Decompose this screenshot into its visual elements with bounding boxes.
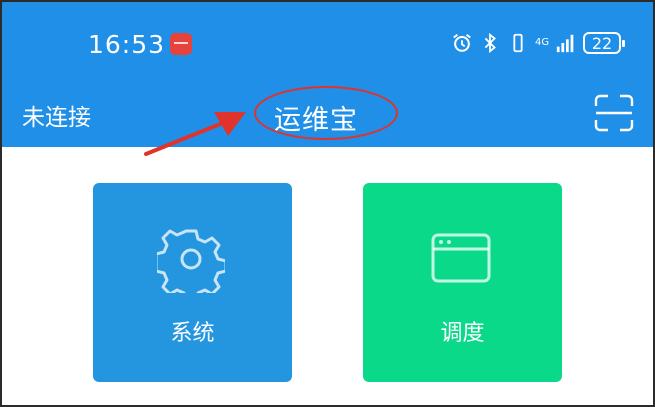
notification-app-icon <box>170 33 192 55</box>
network-type-label: 4G <box>535 37 550 48</box>
signal-strength-icon <box>556 34 574 53</box>
battery-icon: 22 <box>583 32 625 54</box>
browser-window-icon <box>431 233 491 283</box>
scan-icon[interactable] <box>594 94 634 132</box>
annotation-ellipse <box>254 86 398 140</box>
annotation-arrow-icon <box>144 112 246 156</box>
app-screen: 16:53 4G 22 未连接 运维宝 系统 调度 <box>2 2 653 405</box>
vibrate-icon <box>513 33 523 53</box>
schedule-tile-label: 调度 <box>440 321 485 346</box>
system-tile-label: 系统 <box>170 321 215 346</box>
status-icons: 4G 22 <box>451 30 625 56</box>
gear-icon <box>157 229 225 293</box>
header-bar: 16:53 4G 22 未连接 运维宝 <box>2 2 653 156</box>
connection-status[interactable]: 未连接 <box>22 98 91 132</box>
schedule-tile[interactable]: 调度 <box>363 183 562 382</box>
bluetooth-icon <box>484 32 496 54</box>
status-time: 16:53 <box>88 30 166 59</box>
battery-level: 22 <box>591 33 613 53</box>
system-tile[interactable]: 系统 <box>93 183 292 382</box>
alarm-icon <box>453 33 471 52</box>
